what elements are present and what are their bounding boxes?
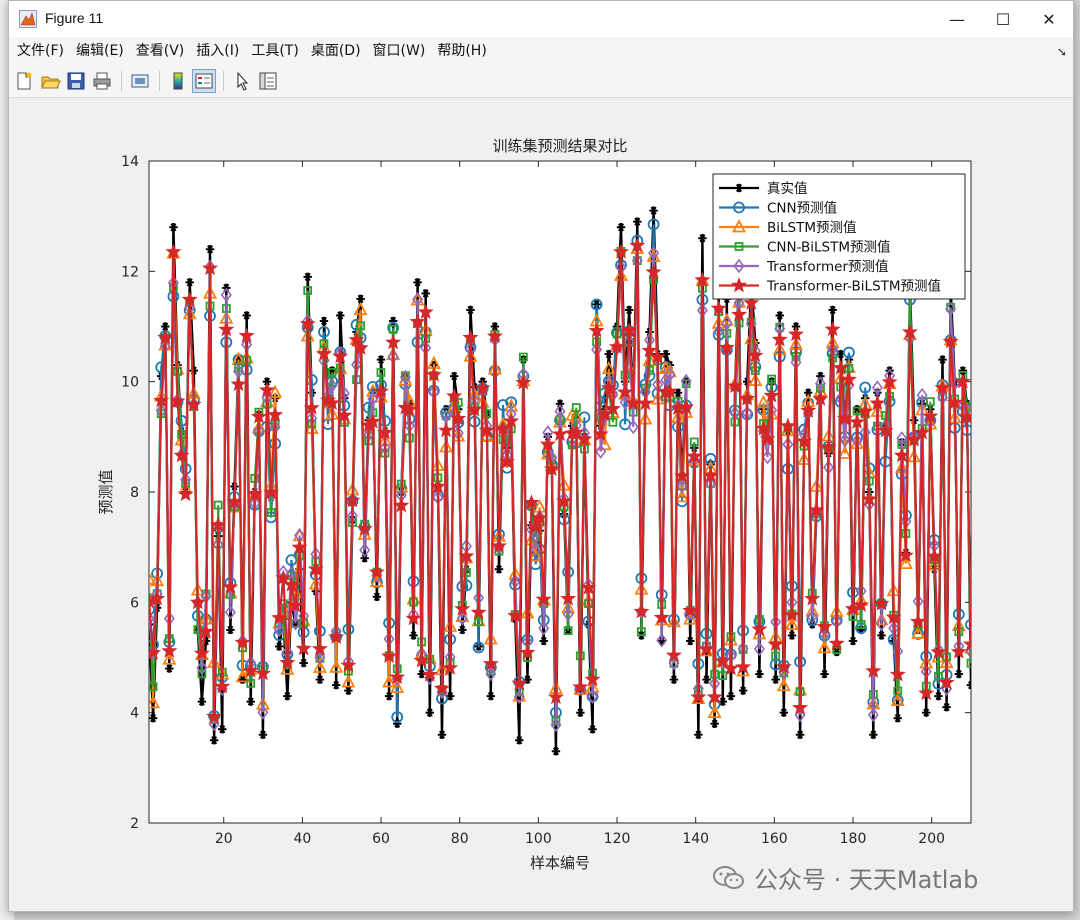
y-tick-label: 6 — [130, 595, 139, 611]
watermark-text: 公众号 · 天天Matlab — [754, 866, 979, 894]
toolbar-separator — [223, 71, 224, 91]
menu-help[interactable]: 帮助(H) — [431, 37, 492, 65]
x-tick-label: 180 — [840, 831, 867, 847]
property-inspector-icon[interactable] — [257, 70, 279, 92]
dock-arrow-icon[interactable]: ➘ — [1057, 45, 1067, 59]
figure-window: Figure 11 — ☐ ✕ 文件(F) 编辑(E) 查看(V) 插入(I) … — [8, 0, 1074, 912]
insert-colorbar-icon[interactable] — [167, 70, 189, 92]
x-tick-label: 40 — [293, 831, 311, 847]
x-tick-label: 80 — [451, 831, 469, 847]
maximize-button[interactable]: ☐ — [980, 1, 1026, 37]
maximize-icon: ☐ — [995, 9, 1011, 29]
figure-canvas: 训练集预测结果对比 20 40 60 80 100 120 140 160 180 200 2 4 6 8 1… — [9, 98, 1073, 911]
menu-bar: 文件(F) 编辑(E) 查看(V) 插入(I) 工具(T) 桌面(D) 窗口(W… — [9, 37, 1073, 65]
toolbar — [9, 65, 1073, 98]
x-axis-label: 样本编号 — [530, 854, 590, 872]
watermark: 公众号 · 天天Matlab — [712, 860, 978, 895]
menu-desktop[interactable]: 桌面(D) — [305, 37, 367, 65]
legend-label: CNN-BiLSTM预测值 — [767, 240, 891, 256]
open-file-icon[interactable] — [39, 70, 61, 92]
menu-edit[interactable]: 编辑(E) — [70, 37, 130, 65]
legend-label: CNN预测值 — [767, 201, 837, 217]
x-tick-label: 140 — [682, 831, 709, 847]
title-bar: Figure 11 — ☐ ✕ — [9, 1, 1073, 37]
menu-file[interactable]: 文件(F) — [11, 37, 70, 65]
x-tick-label: 200 — [918, 831, 945, 847]
legend-label: 真实值 — [767, 181, 808, 197]
toolbar-separator — [121, 71, 122, 91]
legend: 真实值 CNN预测值 BiLSTM预测值 CNN-BiLSTM预测值 Transform… — [712, 173, 966, 300]
y-tick-label: 2 — [130, 816, 139, 832]
menu-tools[interactable]: 工具(T) — [245, 37, 304, 65]
insert-legend-icon[interactable] — [192, 69, 216, 93]
close-icon: ✕ — [1042, 9, 1056, 29]
legend-label: Transformer预测值 — [766, 259, 889, 275]
y-tick-label: 10 — [121, 375, 139, 391]
x-tick-label: 100 — [525, 831, 552, 847]
matlab-app-icon — [19, 10, 37, 28]
x-tick-label: 60 — [372, 831, 390, 847]
menu-insert[interactable]: 插入(I) — [190, 37, 245, 65]
y-axis-label: 预测值 — [97, 469, 115, 514]
window-title: Figure 11 — [45, 10, 104, 26]
menu-window[interactable]: 窗口(W) — [367, 37, 432, 65]
wechat-icon — [713, 865, 744, 889]
chart-title: 训练集预测结果对比 — [492, 137, 627, 155]
x-tick-label: 160 — [761, 831, 788, 847]
y-tick-label: 8 — [130, 485, 139, 501]
legend-label: BiLSTM预测值 — [767, 220, 857, 236]
print-icon[interactable] — [91, 70, 113, 92]
y-tick-label: 12 — [121, 264, 139, 280]
legend-label: Transformer-BiLSTM预测值 — [766, 279, 941, 295]
y-tick-label: 4 — [130, 706, 139, 722]
y-tick-label: 14 — [121, 154, 139, 170]
menu-view[interactable]: 查看(V) — [130, 37, 191, 65]
close-button[interactable]: ✕ — [1026, 1, 1072, 37]
new-figure-icon[interactable] — [13, 70, 35, 92]
chart-svg[interactable]: 训练集预测结果对比 20 40 60 80 100 120 140 160 180 200 2 4 6 8 1… — [9, 98, 1073, 911]
minimize-icon: — — [949, 9, 965, 29]
minimize-button[interactable]: — — [934, 1, 980, 37]
edit-plot-arrow-icon[interactable] — [231, 70, 253, 92]
x-tick-label: 20 — [215, 831, 233, 847]
x-tick-label: 120 — [604, 831, 631, 847]
toolbar-separator — [159, 71, 160, 91]
link-plot-icon[interactable] — [129, 70, 151, 92]
save-icon[interactable] — [65, 70, 87, 92]
